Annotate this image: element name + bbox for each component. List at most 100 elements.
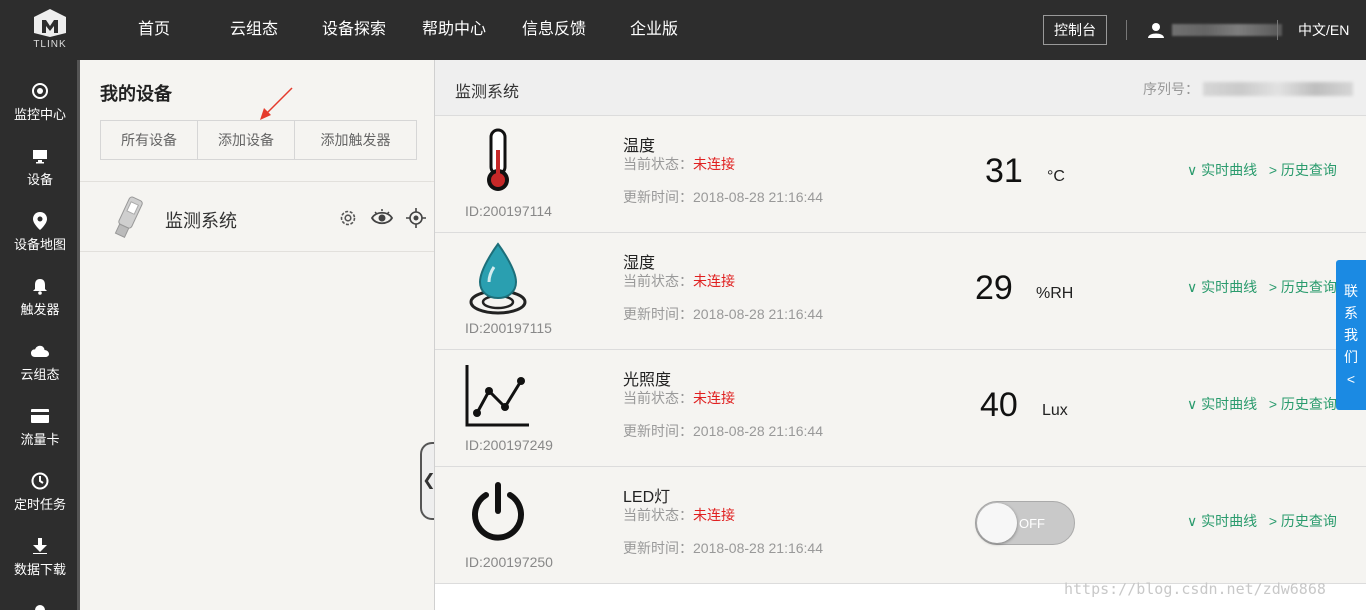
sensor-name: 光照度 <box>623 372 672 389</box>
main-nav: 首页 云组态 设备探索 帮助中心 信息反馈 企业版 <box>108 0 708 60</box>
sensor-status: 当前状态：未连接 <box>623 505 735 525</box>
thermometer-icon <box>463 126 533 196</box>
sidebar-item-triggers[interactable]: 触发器 <box>0 255 80 320</box>
status-value: 未连接 <box>693 156 735 172</box>
tlink-logo[interactable]: TLINK <box>28 8 72 54</box>
nav-home[interactable]: 首页 <box>108 0 200 60</box>
sidebar-item-label: 设备地图 <box>13 237 66 252</box>
history-query-link[interactable]: > 历史查询 <box>1269 513 1337 529</box>
cloud-icon <box>31 345 49 357</box>
update-time: 更新时间：2018-08-28 21:16:44 <box>623 423 823 439</box>
language-switch[interactable]: 中文/EN <box>1298 0 1349 60</box>
sensor-value: 31 <box>985 152 1023 190</box>
status-value: 未连接 <box>693 390 735 406</box>
device-list-item[interactable]: 监测系统 <box>80 182 434 252</box>
download-icon <box>33 538 47 554</box>
tab-add-trigger[interactable]: 添加触发器 <box>295 121 416 159</box>
sidebar-item-more[interactable] <box>0 580 80 610</box>
realtime-curve-link[interactable]: ∨ 实时曲线 <box>1187 396 1257 412</box>
sidebar-item-label: 定时任务 <box>13 497 66 512</box>
locate-icon[interactable] <box>406 208 426 228</box>
map-pin-icon <box>33 212 47 230</box>
sensor-value: 29 <box>975 269 1013 307</box>
sensor-links: ∨ 实时曲线 > 历史查询 <box>1187 160 1337 180</box>
target-icon <box>32 83 48 99</box>
logo-text: TLINK <box>33 39 67 50</box>
realtime-curve-link[interactable]: ∨ 实时曲线 <box>1187 162 1257 178</box>
contact-us-button[interactable]: 联 系 我 们 < <box>1336 260 1366 410</box>
my-devices-panel: 我的设备 所有设备 添加设备 添加触发器 监测系统 ❮ <box>80 60 436 610</box>
device-usb-icon <box>114 196 143 238</box>
user-icon <box>35 605 45 610</box>
eye-icon[interactable] <box>371 208 393 228</box>
contact-char: 系 <box>1344 305 1358 321</box>
status-label: 当前状态： <box>623 390 693 406</box>
console-button[interactable]: 控制台 <box>1043 15 1107 45</box>
sidebar-item-cloud-config[interactable]: 云组态 <box>0 320 80 385</box>
tab-add-device[interactable]: 添加设备 <box>198 121 295 159</box>
sidebar-item-monitor-center[interactable]: 监控中心 <box>0 60 80 125</box>
serial-redacted <box>1203 82 1353 96</box>
sensor-links: ∨ 实时曲线 > 历史查询 <box>1187 277 1337 297</box>
sensor-id: ID:200197249 <box>465 437 553 453</box>
realtime-curve-link[interactable]: ∨ 实时曲线 <box>1187 513 1257 529</box>
status-label: 当前状态： <box>623 273 693 289</box>
sensor-row: ID:200197250 LED灯 当前状态：未连接 更新时间：2018-08-… <box>435 467 1366 584</box>
sensor-status: 当前状态：未连接 <box>623 154 735 174</box>
monitor-main: 监测系统 序列号： ID:200197114 温度 当前状态：未连接 更新时间：… <box>434 60 1366 610</box>
contact-char: 联 <box>1344 283 1358 299</box>
top-bar: TLINK 首页 云组态 设备探索 帮助中心 信息反馈 企业版 控制台 中文/E… <box>0 0 1366 60</box>
line-chart-icon <box>463 360 533 430</box>
sensor-unit: %RH <box>1036 285 1074 302</box>
nav-cloud-config[interactable]: 云组态 <box>200 0 308 60</box>
sensor-id: ID:200197114 <box>465 203 552 219</box>
update-time: 更新时间：2018-08-28 21:16:44 <box>623 189 823 205</box>
device-tabs: 所有设备 添加设备 添加触发器 <box>100 120 417 160</box>
sidebar-item-devices[interactable]: 设备 <box>0 125 80 190</box>
sidebar-item-data-download[interactable]: 数据下载 <box>0 515 80 580</box>
led-switch-toggle[interactable]: OFF <box>975 501 1075 545</box>
settings-gear-icon[interactable] <box>338 208 358 228</box>
history-query-link[interactable]: > 历史查询 <box>1269 396 1337 412</box>
nav-device-explore[interactable]: 设备探索 <box>308 0 400 60</box>
sidebar-item-scheduled-tasks[interactable]: 定时任务 <box>0 450 80 515</box>
divider <box>1277 20 1278 40</box>
main-header: 监测系统 序列号： <box>435 60 1366 116</box>
clock-icon <box>31 472 49 490</box>
sensor-unit: Lux <box>1042 402 1068 419</box>
left-sidebar: 监控中心 设备 设备地图 触发器 云组态 流量卡 定时任务 数据下载 <box>0 60 80 610</box>
sensor-row: ID:200197114 温度 当前状态：未连接 更新时间：2018-08-28… <box>435 116 1366 233</box>
sensor-status: 当前状态：未连接 <box>623 271 735 291</box>
toggle-knob <box>977 503 1017 543</box>
user-menu[interactable] <box>1148 20 1282 40</box>
update-time: 更新时间：2018-08-28 21:16:44 <box>623 540 823 556</box>
realtime-curve-link[interactable]: ∨ 实时曲线 <box>1187 279 1257 295</box>
sidebar-item-data-card[interactable]: 流量卡 <box>0 385 80 450</box>
sensor-name: 湿度 <box>623 255 656 272</box>
sidebar-item-label: 流量卡 <box>20 432 60 447</box>
history-query-link[interactable]: > 历史查询 <box>1269 162 1337 178</box>
nav-feedback[interactable]: 信息反馈 <box>508 0 600 60</box>
divider <box>1126 20 1127 40</box>
sidebar-item-device-map[interactable]: 设备地图 <box>0 190 80 255</box>
contact-char: < <box>1346 371 1356 387</box>
sensor-links: ∨ 实时曲线 > 历史查询 <box>1187 511 1337 531</box>
sensor-unit: °C <box>1047 168 1065 185</box>
card-icon <box>31 409 49 423</box>
status-label: 当前状态： <box>623 507 693 523</box>
nav-enterprise[interactable]: 企业版 <box>600 0 708 60</box>
contact-char: 我 <box>1344 327 1358 343</box>
tab-all-devices[interactable]: 所有设备 <box>101 121 198 159</box>
power-icon <box>463 477 533 547</box>
logo-cube-icon <box>34 9 66 37</box>
nav-help-center[interactable]: 帮助中心 <box>400 0 508 60</box>
status-value: 未连接 <box>693 273 735 289</box>
sidebar-item-label: 设备 <box>26 172 53 187</box>
contact-char: 们 <box>1344 349 1358 365</box>
serial-number: 序列号： <box>1143 79 1353 99</box>
toggle-label: OFF <box>1019 516 1045 531</box>
sensor-value: 40 <box>980 386 1018 424</box>
sensor-name: 温度 <box>623 138 656 155</box>
monitor-icon <box>33 150 47 164</box>
history-query-link[interactable]: > 历史查询 <box>1269 279 1337 295</box>
